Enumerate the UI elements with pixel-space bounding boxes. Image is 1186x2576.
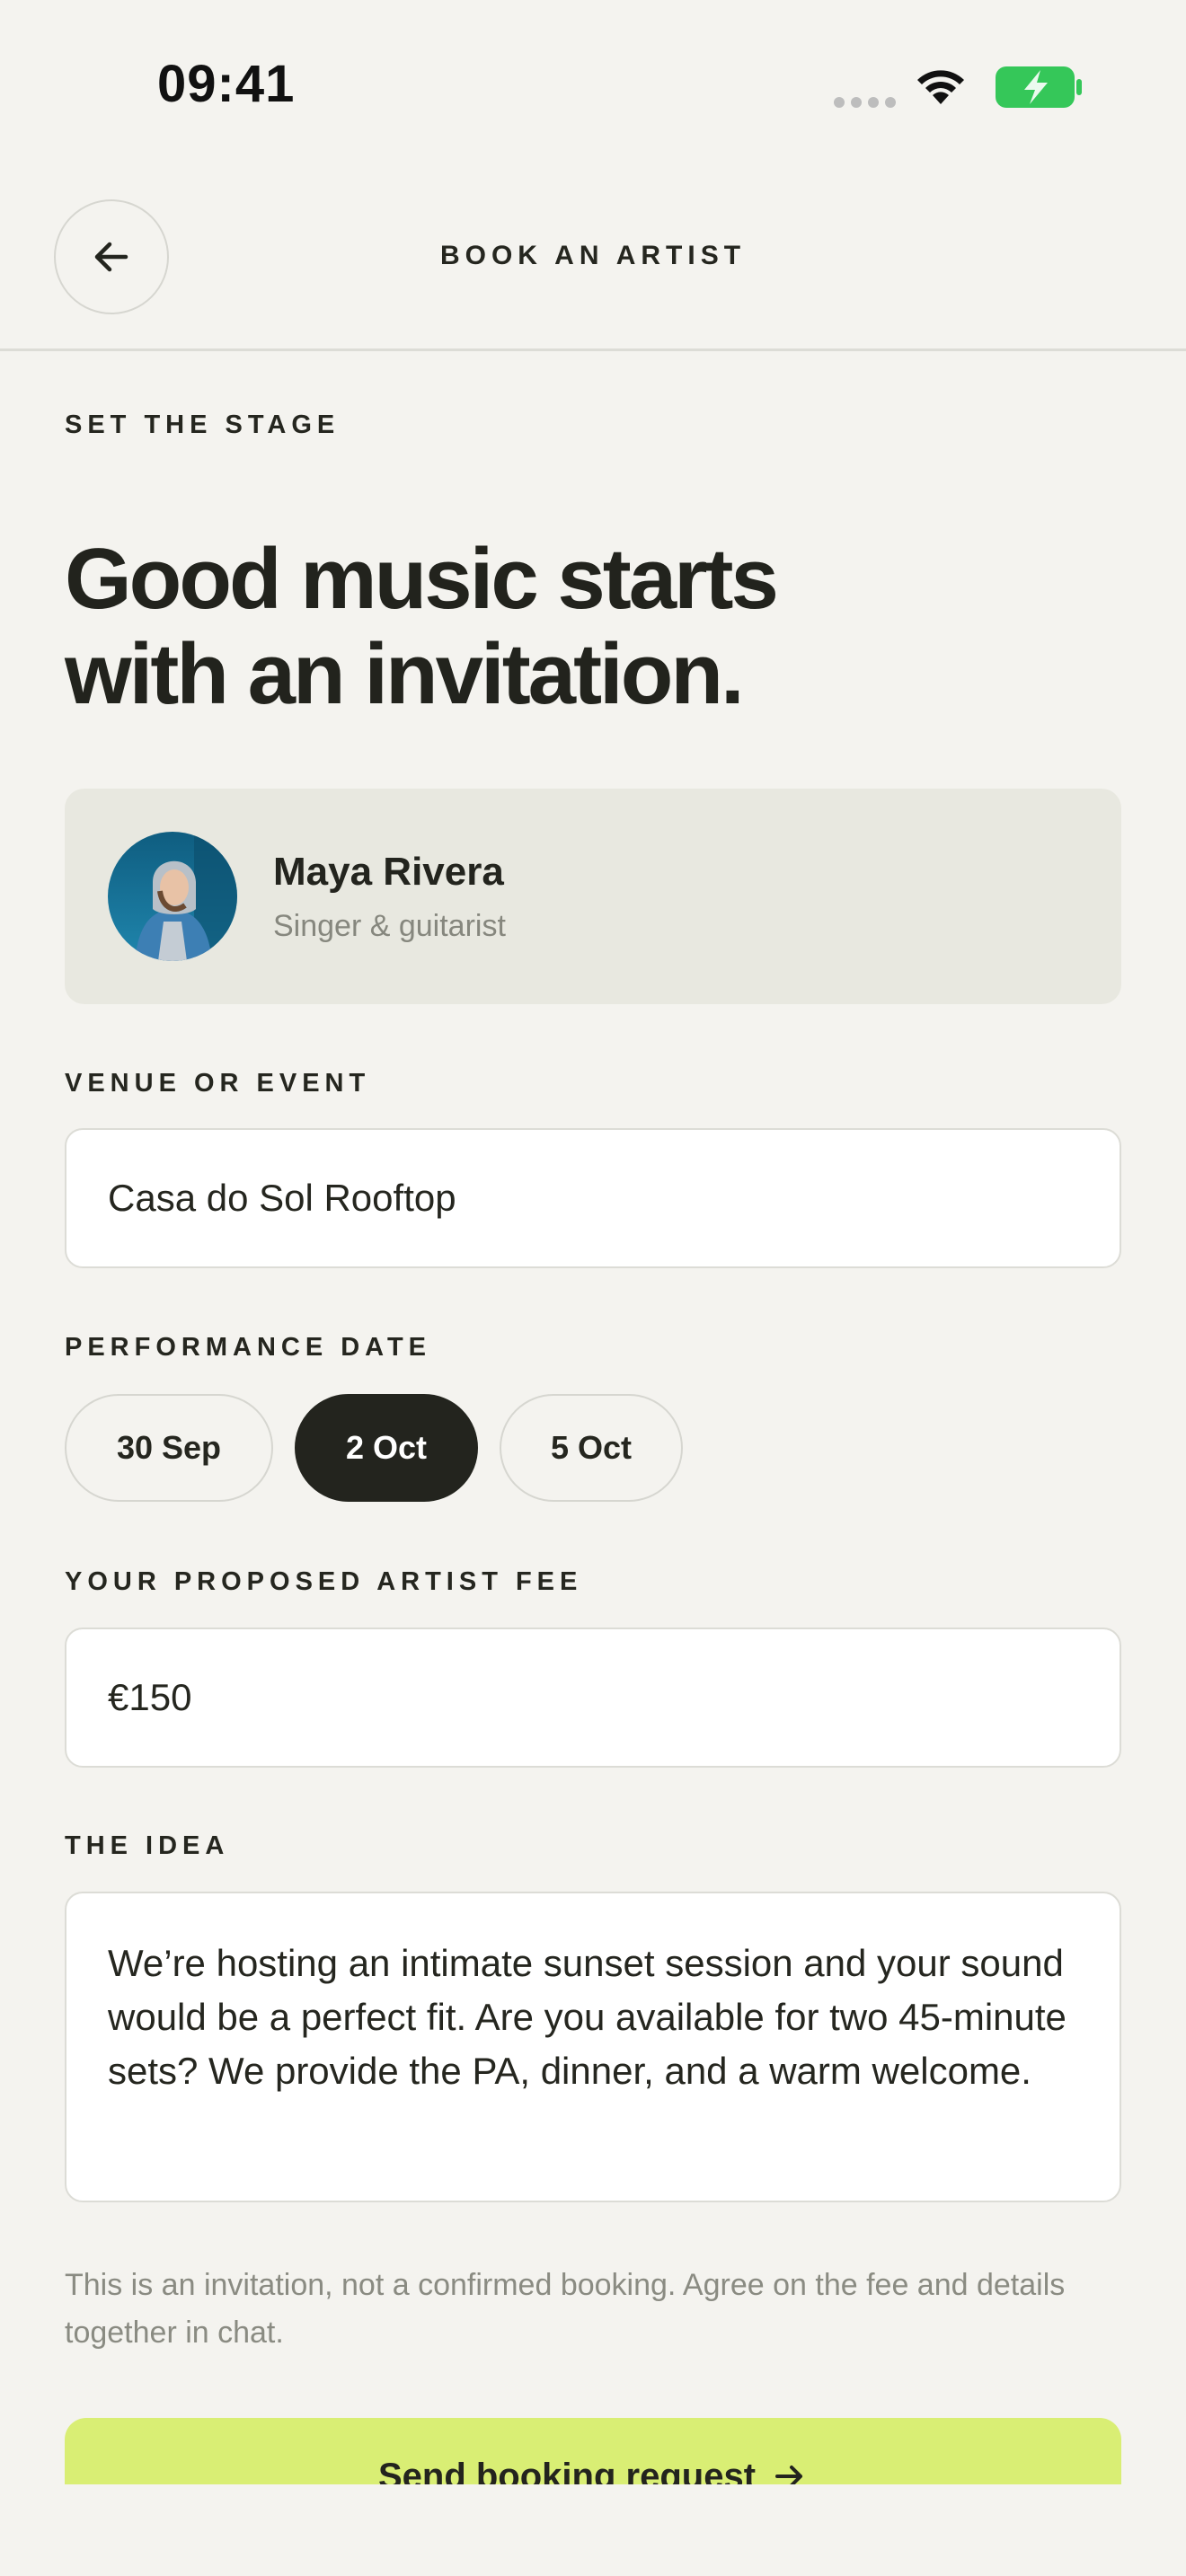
- fee-label: YOUR PROPOSED ARTIST FEE: [65, 1567, 583, 1596]
- performance-date-label: PERFORMANCE DATE: [65, 1333, 432, 1362]
- status-bar: 09:41: [0, 0, 1186, 171]
- artist-card: Maya Rivera Singer & guitarist: [65, 789, 1121, 1004]
- cta-container: Send booking request: [65, 2418, 1121, 2484]
- idea-label: THE IDEA: [65, 1831, 230, 1860]
- idea-textarea[interactable]: We’re hosting an intimate sunset session…: [65, 1892, 1121, 2202]
- artist-role: Singer & guitarist: [273, 909, 506, 943]
- battery-charging-icon: [996, 66, 1082, 108]
- fee-input[interactable]: €150: [65, 1628, 1121, 1768]
- venue-input[interactable]: Casa do Sol Rooftop: [65, 1128, 1121, 1268]
- cta-label: Send booking request: [377, 2456, 757, 2485]
- artist-avatar: [108, 832, 237, 961]
- status-time: 09:41: [157, 55, 296, 113]
- top-nav: BOOK AN ARTIST: [0, 171, 1186, 351]
- venue-label: VENUE OR EVENT: [65, 1069, 371, 1098]
- page-title: BOOK AN ARTIST: [439, 241, 747, 270]
- send-booking-request-button[interactable]: Send booking request: [65, 2418, 1121, 2484]
- disclaimer-text: This is an invitation, not a confirmed b…: [65, 2268, 1066, 2350]
- wifi-icon: [917, 70, 964, 104]
- date-selector: 30 Sep 2 Oct 5 Oct: [65, 1394, 683, 1502]
- headline-line-1: Good music starts: [65, 531, 779, 627]
- date-option-2-oct[interactable]: 2 Oct: [295, 1394, 478, 1502]
- cellular-signal-icon: [834, 97, 896, 108]
- page-headline: Good music starts with an invitation.: [65, 532, 1053, 722]
- artist-name: Maya Rivera: [273, 850, 504, 894]
- headline-line-2: with an invitation.: [65, 626, 745, 722]
- date-option-30-sep[interactable]: 30 Sep: [65, 1394, 273, 1502]
- date-option-5-oct[interactable]: 5 Oct: [500, 1394, 683, 1502]
- section-eyebrow: SET THE STAGE: [65, 410, 341, 439]
- arrow-right-icon: [775, 2466, 803, 2484]
